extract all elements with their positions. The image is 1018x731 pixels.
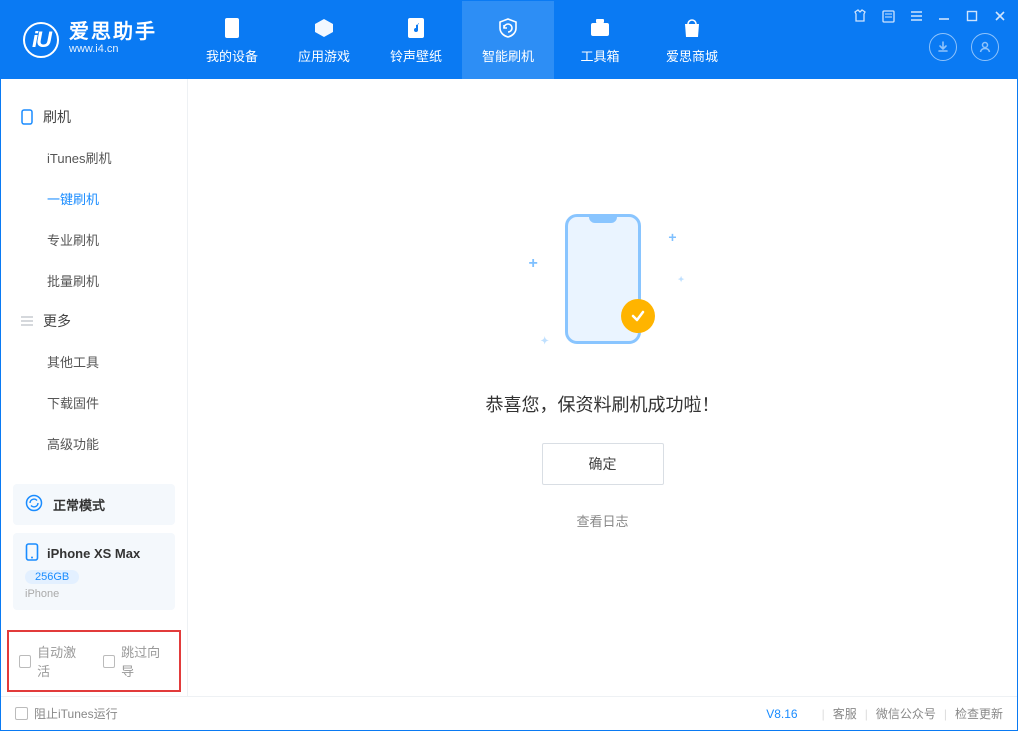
sidebar-bottom: 正常模式 iPhone XS Max 256GB iPhone bbox=[1, 472, 187, 622]
sparkle-icon: + bbox=[668, 229, 676, 245]
confirm-button[interactable]: 确定 bbox=[542, 443, 664, 485]
refresh-shield-icon bbox=[496, 16, 520, 40]
body: 刷机 iTunes刷机 一键刷机 专业刷机 批量刷机 更多 其他工具 下载固件 … bbox=[1, 79, 1017, 696]
footer-link-support[interactable]: 客服 bbox=[833, 705, 857, 722]
main-tabs: 我的设备 应用游戏 铃声壁纸 智能刷机 工具箱 bbox=[186, 1, 738, 79]
logo-text: 爱思助手 www.i4.cn bbox=[69, 22, 157, 57]
block-itunes-checkbox[interactable]: 阻止iTunes运行 bbox=[15, 705, 118, 722]
app-subtitle: www.i4.cn bbox=[69, 42, 157, 57]
group-title: 更多 bbox=[43, 311, 71, 331]
success-illustration: + ✦ + ✦ bbox=[523, 205, 683, 365]
minimize-icon[interactable] bbox=[935, 7, 953, 25]
window-controls bbox=[851, 7, 1009, 25]
skip-guide-checkbox[interactable]: 跳过向导 bbox=[103, 642, 169, 680]
tab-toolbox[interactable]: 工具箱 bbox=[554, 1, 646, 79]
sync-icon bbox=[25, 494, 43, 515]
tab-label: 爱思商城 bbox=[666, 46, 718, 65]
tab-ringtones[interactable]: 铃声壁纸 bbox=[370, 1, 462, 79]
phone-icon bbox=[220, 16, 244, 40]
phone-small-icon bbox=[19, 109, 35, 125]
header-actions bbox=[929, 33, 999, 61]
tab-label: 智能刷机 bbox=[482, 46, 534, 65]
sparkle-icon: ✦ bbox=[678, 275, 685, 284]
group-title: 刷机 bbox=[43, 107, 71, 127]
version-text: V8.16 bbox=[766, 707, 797, 721]
device-phone-icon bbox=[25, 543, 39, 564]
menu-oneclick-flash[interactable]: 一键刷机 bbox=[1, 178, 187, 219]
mode-label: 正常模式 bbox=[53, 495, 105, 514]
app-title: 爱思助手 bbox=[69, 22, 157, 42]
footer-link-update[interactable]: 检查更新 bbox=[955, 705, 1003, 722]
tab-label: 我的设备 bbox=[206, 46, 258, 65]
device-name: iPhone XS Max bbox=[47, 546, 140, 561]
list-icon bbox=[19, 313, 35, 329]
checkbox-icon bbox=[103, 655, 115, 668]
close-icon[interactable] bbox=[991, 7, 1009, 25]
menu-icon[interactable] bbox=[907, 7, 925, 25]
sidebar: 刷机 iTunes刷机 一键刷机 专业刷机 批量刷机 更多 其他工具 下载固件 … bbox=[1, 79, 188, 696]
mode-card[interactable]: 正常模式 bbox=[13, 484, 175, 525]
download-icon[interactable] bbox=[929, 33, 957, 61]
menu-advanced[interactable]: 高级功能 bbox=[1, 423, 187, 464]
device-type: iPhone bbox=[25, 588, 59, 600]
checkbox-label: 跳过向导 bbox=[121, 642, 169, 680]
tab-store[interactable]: 爱思商城 bbox=[646, 1, 738, 79]
tab-label: 铃声壁纸 bbox=[390, 46, 442, 65]
user-icon[interactable] bbox=[971, 33, 999, 61]
note-icon[interactable] bbox=[879, 7, 897, 25]
tab-flash[interactable]: 智能刷机 bbox=[462, 1, 554, 79]
auto-activate-checkbox[interactable]: 自动激活 bbox=[19, 642, 85, 680]
menu-batch-flash[interactable]: 批量刷机 bbox=[1, 260, 187, 301]
view-log-link[interactable]: 查看日志 bbox=[576, 511, 628, 530]
bag-icon bbox=[680, 16, 704, 40]
maximize-icon[interactable] bbox=[963, 7, 981, 25]
logo: iU 爱思助手 www.i4.cn bbox=[1, 22, 186, 58]
logo-icon: iU bbox=[23, 22, 59, 58]
cube-icon bbox=[312, 16, 336, 40]
menu-pro-flash[interactable]: 专业刷机 bbox=[1, 219, 187, 260]
sidebar-group-flash: 刷机 bbox=[1, 97, 187, 137]
tab-apps[interactable]: 应用游戏 bbox=[278, 1, 370, 79]
highlighted-checkbox-row: 自动激活 跳过向导 bbox=[7, 630, 181, 692]
sparkle-icon: + bbox=[529, 255, 538, 273]
menu-download-firmware[interactable]: 下载固件 bbox=[1, 382, 187, 423]
checkbox-icon bbox=[19, 655, 31, 668]
sparkle-icon: ✦ bbox=[541, 336, 549, 347]
app-header: iU 爱思助手 www.i4.cn 我的设备 应用游戏 铃声壁纸 bbox=[1, 1, 1017, 79]
shirt-icon[interactable] bbox=[851, 7, 869, 25]
checkbox-label: 自动激活 bbox=[37, 642, 85, 680]
footer: 阻止iTunes运行 V8.16 | 客服 | 微信公众号 | 检查更新 bbox=[1, 696, 1017, 730]
storage-badge: 256GB bbox=[25, 570, 79, 584]
sidebar-group-more: 更多 bbox=[1, 301, 187, 341]
tab-label: 应用游戏 bbox=[298, 46, 350, 65]
footer-link-wechat[interactable]: 微信公众号 bbox=[876, 705, 936, 722]
checkbox-label: 阻止iTunes运行 bbox=[34, 705, 118, 722]
menu-itunes-flash[interactable]: iTunes刷机 bbox=[1, 137, 187, 178]
tab-label: 工具箱 bbox=[580, 46, 619, 65]
footer-links: | 客服 | 微信公众号 | 检查更新 bbox=[822, 705, 1003, 722]
briefcase-icon bbox=[588, 16, 612, 40]
menu-other-tools[interactable]: 其他工具 bbox=[1, 341, 187, 382]
success-message: 恭喜您，保资料刷机成功啦！ bbox=[486, 391, 720, 417]
checkbox-icon bbox=[15, 707, 28, 720]
main-content: + ✦ + ✦ 恭喜您，保资料刷机成功啦！ 确定 查看日志 bbox=[188, 79, 1017, 696]
device-card[interactable]: iPhone XS Max 256GB iPhone bbox=[13, 533, 175, 610]
music-file-icon bbox=[404, 16, 428, 40]
check-icon bbox=[621, 299, 655, 333]
sidebar-menu: 刷机 iTunes刷机 一键刷机 专业刷机 批量刷机 更多 其他工具 下载固件 … bbox=[1, 79, 187, 464]
tab-my-device[interactable]: 我的设备 bbox=[186, 1, 278, 79]
